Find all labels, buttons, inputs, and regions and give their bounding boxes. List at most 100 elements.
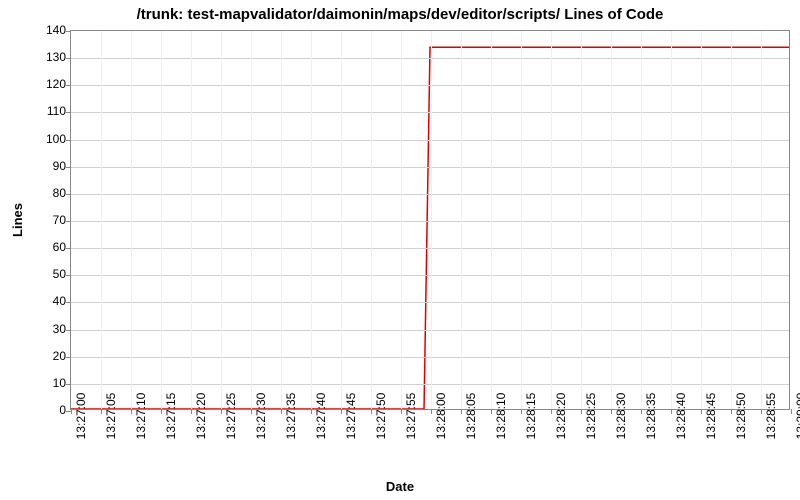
x-tick-label: 13:28:05 (464, 393, 478, 440)
x-tick-label: 13:27:55 (404, 393, 418, 440)
x-tick-label: 13:27:20 (194, 393, 208, 440)
gridline-v (371, 31, 372, 409)
x-tick-label: 13:27:40 (314, 393, 328, 440)
gridline-v (461, 31, 462, 409)
x-tick-label: 13:27:30 (254, 393, 268, 440)
gridline-h (71, 112, 789, 113)
gridline-v (641, 31, 642, 409)
y-tick-label: 70 (36, 213, 66, 227)
gridline-h (71, 248, 789, 249)
x-tick-label: 13:27:10 (134, 393, 148, 440)
x-tick-mark (491, 409, 492, 414)
x-tick-label: 13:28:40 (674, 393, 688, 440)
x-tick-label: 13:28:55 (764, 393, 778, 440)
x-tick-mark (371, 409, 372, 414)
y-tick-mark (66, 58, 71, 59)
y-tick-label: 100 (36, 132, 66, 146)
gridline-h (71, 357, 789, 358)
y-tick-mark (66, 112, 71, 113)
y-tick-label: 140 (36, 23, 66, 37)
x-tick-label: 13:28:25 (584, 393, 598, 440)
x-tick-mark (401, 409, 402, 414)
y-tick-label: 20 (36, 349, 66, 363)
y-tick-label: 60 (36, 240, 66, 254)
x-tick-label: 13:27:25 (224, 393, 238, 440)
gridline-h (71, 275, 789, 276)
y-axis-label: Lines (10, 203, 25, 237)
y-tick-label: 130 (36, 50, 66, 64)
x-tick-mark (71, 409, 72, 414)
y-tick-mark (66, 384, 71, 385)
x-tick-mark (761, 409, 762, 414)
gridline-v (191, 31, 192, 409)
x-tick-label: 13:28:30 (614, 393, 628, 440)
x-tick-label: 13:28:10 (494, 393, 508, 440)
x-tick-label: 13:28:35 (644, 393, 658, 440)
gridline-v (311, 31, 312, 409)
x-tick-mark (461, 409, 462, 414)
gridline-h (71, 85, 789, 86)
gridline-h (71, 58, 789, 59)
y-tick-mark (66, 31, 71, 32)
gridline-v (581, 31, 582, 409)
gridline-v (671, 31, 672, 409)
x-tick-label: 13:28:20 (554, 393, 568, 440)
gridline-h (71, 330, 789, 331)
gridline-v (701, 31, 702, 409)
y-tick-mark (66, 248, 71, 249)
y-tick-mark (66, 330, 71, 331)
y-tick-label: 120 (36, 77, 66, 91)
x-tick-mark (131, 409, 132, 414)
x-tick-label: 13:28:50 (734, 393, 748, 440)
x-tick-mark (251, 409, 252, 414)
x-tick-mark (731, 409, 732, 414)
x-tick-label: 13:29:00 (794, 393, 800, 440)
y-tick-label: 30 (36, 322, 66, 336)
x-tick-label: 13:27:00 (74, 393, 88, 440)
gridline-v (161, 31, 162, 409)
x-tick-mark (281, 409, 282, 414)
x-tick-mark (701, 409, 702, 414)
gridline-v (281, 31, 282, 409)
x-tick-label: 13:28:15 (524, 393, 538, 440)
gridline-h (71, 221, 789, 222)
y-tick-label: 90 (36, 159, 66, 173)
x-tick-mark (221, 409, 222, 414)
x-tick-mark (191, 409, 192, 414)
x-tick-mark (161, 409, 162, 414)
x-tick-label: 13:27:45 (344, 393, 358, 440)
gridline-h (71, 194, 789, 195)
y-tick-label: 80 (36, 186, 66, 200)
gridline-v (731, 31, 732, 409)
x-tick-mark (671, 409, 672, 414)
gridline-h (71, 167, 789, 168)
x-tick-label: 13:28:45 (704, 393, 718, 440)
gridline-v (521, 31, 522, 409)
y-tick-label: 0 (36, 403, 66, 417)
x-axis-label: Date (386, 479, 414, 494)
y-tick-mark (66, 194, 71, 195)
y-tick-mark (66, 275, 71, 276)
x-tick-mark (431, 409, 432, 414)
gridline-v (491, 31, 492, 409)
x-tick-label: 13:27:15 (164, 393, 178, 440)
y-tick-mark (66, 302, 71, 303)
gridline-v (761, 31, 762, 409)
x-tick-label: 13:28:00 (434, 393, 448, 440)
y-tick-mark (66, 140, 71, 141)
gridline-h (71, 384, 789, 385)
x-tick-mark (341, 409, 342, 414)
x-tick-mark (611, 409, 612, 414)
y-tick-mark (66, 167, 71, 168)
x-tick-mark (641, 409, 642, 414)
gridline-v (221, 31, 222, 409)
x-tick-mark (101, 409, 102, 414)
gridline-v (401, 31, 402, 409)
y-tick-label: 110 (36, 104, 66, 118)
x-tick-mark (551, 409, 552, 414)
plot-area (70, 30, 790, 410)
y-tick-mark (66, 85, 71, 86)
gridline-v (341, 31, 342, 409)
gridline-v (131, 31, 132, 409)
x-tick-label: 13:27:50 (374, 393, 388, 440)
